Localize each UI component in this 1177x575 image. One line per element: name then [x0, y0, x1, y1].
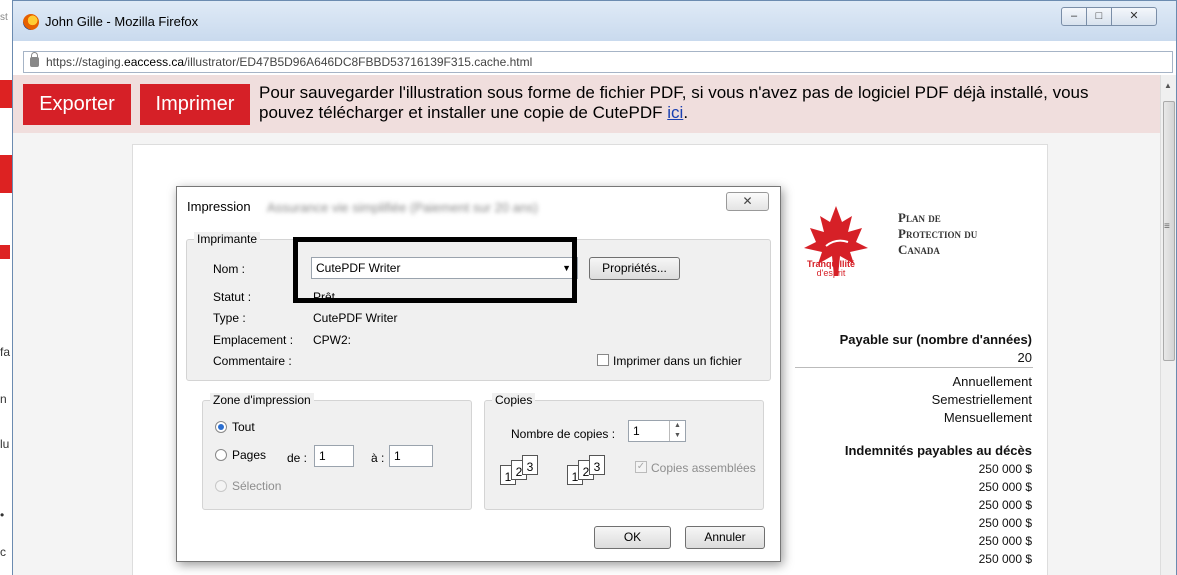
minimize-button[interactable]: –	[1061, 7, 1087, 26]
bg-red-block	[0, 245, 10, 259]
banner-message: Pour sauvegarder l'illustration sous for…	[259, 83, 1089, 122]
name-label: Nom :	[213, 262, 246, 276]
print-to-file-checkbox[interactable]	[597, 354, 609, 366]
frequency-item: Mensuellement	[943, 410, 1032, 425]
to-page-input[interactable]: 1	[389, 445, 433, 467]
print-to-file-label[interactable]: Imprimer dans un fichier	[613, 354, 742, 368]
pages-label[interactable]: Pages	[232, 448, 266, 462]
print-range-group: Zone d'impression Tout Pages de : 1 à : …	[202, 393, 472, 510]
copies-stepper[interactable]: 1 ▲ ▼	[628, 420, 686, 442]
selection-radio[interactable]	[215, 480, 227, 492]
payable-header: Payable sur (nombre d'années)	[839, 332, 1032, 347]
from-page-input[interactable]: 1	[314, 445, 354, 467]
type-value: CutePDF Writer	[313, 311, 398, 325]
bg-red-block	[0, 155, 12, 193]
maximize-button[interactable]: □	[1086, 7, 1112, 26]
location-value: CPW2:	[313, 333, 352, 347]
num-copies-label: Nombre de copies :	[511, 427, 616, 441]
death-amount: 250 000 $	[978, 534, 1032, 548]
properties-button[interactable]: Propriétés...	[589, 257, 680, 280]
printer-group-label: Imprimante	[194, 232, 261, 246]
tagline: Tranquillité d'esprit	[807, 259, 856, 278]
type-label: Type :	[213, 311, 246, 325]
collate-pages-icon: 1 2 3	[500, 455, 544, 487]
collate-checkbox[interactable]: ✓	[635, 461, 647, 473]
death-amount: 250 000 $	[978, 480, 1032, 494]
lock-icon	[30, 52, 39, 67]
death-amount: 250 000 $	[978, 516, 1032, 530]
collate-label[interactable]: Copies assemblées	[651, 461, 756, 475]
close-window-button[interactable]: ✕	[1111, 7, 1157, 26]
location-label: Emplacement :	[213, 333, 294, 347]
cutepdf-link[interactable]: ici	[667, 103, 683, 122]
to-label: à :	[371, 451, 385, 465]
frequency-item: Semestriellement	[931, 392, 1032, 407]
divider	[795, 367, 1033, 368]
death-header: Indemnités payables au décès	[844, 443, 1032, 458]
death-amount: 250 000 $	[978, 498, 1032, 512]
dialog-close-button[interactable]: ✕	[726, 192, 769, 211]
vertical-scrollbar[interactable]: ▲ ≡	[1160, 75, 1176, 575]
cancel-button[interactable]: Annuler	[685, 526, 765, 549]
all-label[interactable]: Tout	[232, 420, 255, 434]
status-label: Statut :	[213, 290, 252, 304]
all-radio[interactable]	[215, 421, 227, 433]
from-label: de :	[287, 451, 308, 465]
pages-radio[interactable]	[215, 449, 227, 461]
bg-red-block	[0, 80, 12, 108]
selection-label[interactable]: Sélection	[232, 479, 281, 493]
brand-name: Plan de Protection du Canada	[898, 210, 978, 257]
window-title: John Gille - Mozilla Firefox	[45, 14, 199, 29]
export-button[interactable]: Exporter	[23, 84, 131, 125]
death-amount: 250 000 $	[978, 462, 1032, 476]
address-bar[interactable]: https://staging.eaccess.ca/illustrator/E…	[23, 51, 1173, 73]
blurred-heading: Assurance vie simplifiée (Paiement sur 2…	[267, 200, 538, 215]
dialog-title: Impression	[187, 199, 251, 214]
grip-icon: ≡	[1164, 221, 1170, 232]
scroll-up-icon[interactable]: ▲	[1164, 81, 1172, 90]
annotation-highlight-box	[293, 237, 577, 303]
spin-arrows-icon[interactable]: ▲ ▼	[669, 421, 685, 441]
collate-pages-icon: 1 2 3	[567, 455, 611, 487]
comment-label: Commentaire :	[213, 354, 292, 368]
print-range-label: Zone d'impression	[210, 393, 314, 407]
title-bar: John Gille - Mozilla Firefox – □ ✕	[13, 1, 1176, 41]
export-banner: Exporter Imprimer Pour sauvegarder l'ill…	[13, 75, 1160, 133]
firefox-icon	[23, 14, 39, 30]
url-text[interactable]: https://staging.eaccess.ca/illustrator/E…	[46, 55, 532, 69]
death-amount: 250 000 $	[978, 552, 1032, 566]
ok-button[interactable]: OK	[594, 526, 671, 549]
frequency-item: Annuellement	[952, 374, 1033, 389]
copies-group-label: Copies	[492, 393, 536, 407]
copies-group: Copies Nombre de copies : 1 ▲ ▼ 1 2 3 1 2…	[484, 393, 764, 510]
payable-years: 20	[1017, 350, 1032, 365]
print-button[interactable]: Imprimer	[140, 84, 250, 125]
